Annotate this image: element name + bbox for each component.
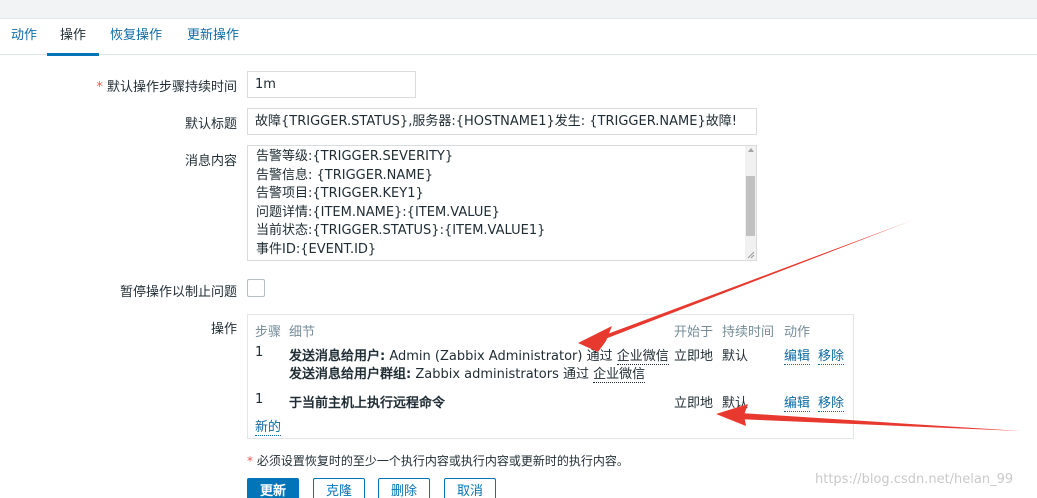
message-line: 告警信息: {TRIGGER.NAME} bbox=[256, 167, 433, 183]
message-line: 告警等级:{TRIGGER.SEVERITY} bbox=[256, 149, 454, 164]
row2-details: 于当前主机上执行远程命令 bbox=[289, 396, 446, 411]
tab-recovery-operations[interactable]: 恢复操作 bbox=[110, 19, 162, 55]
message-line: 当前状态:{TRIGGER.STATUS}:{ITEM.VALUE1} bbox=[256, 223, 546, 239]
message-textarea[interactable]: 告警等级:{TRIGGER.SEVERITY} 告警信息: {TRIGGER.N… bbox=[247, 145, 757, 261]
message-line: 事件ID:{EVENT.ID} bbox=[256, 241, 377, 257]
message-label: 消息内容 bbox=[184, 154, 237, 169]
clone-button[interactable]: 克隆 bbox=[313, 478, 366, 498]
new-operation-link[interactable]: 新的 bbox=[255, 416, 282, 436]
row1-user-text: Admin (Zabbix Administrator) 通过 bbox=[385, 349, 617, 364]
required-hint: * 必须设置恢复时的至少一个执行内容或执行内容或更新时的执行内容。 bbox=[247, 452, 629, 469]
message-line: 问题详情:{ITEM.NAME}:{ITEM.VALUE} bbox=[256, 204, 500, 220]
row1-group-media: 企业微信 bbox=[593, 367, 646, 383]
pause-checkbox[interactable] bbox=[247, 279, 265, 297]
scrollbar[interactable] bbox=[745, 146, 756, 260]
watermark: https://blog.csdn.net/helan_99 bbox=[815, 472, 1014, 487]
header-details: 细节 bbox=[289, 325, 316, 340]
subject-label: 默认标题 bbox=[184, 117, 237, 132]
subject-input[interactable]: 故障{TRIGGER.STATUS},服务器:{HOSTNAME1}发生: {T… bbox=[247, 108, 757, 135]
hint-text: 必须设置恢复时的至少一个执行内容或执行内容或更新时的执行内容。 bbox=[253, 454, 629, 468]
operations-table: 步骤 细节 开始于 持续时间 动作 1 发送消息给用户: Admin (Zabb… bbox=[247, 314, 854, 439]
row1-step: 1 bbox=[255, 345, 264, 360]
scrollbar-thumb[interactable] bbox=[746, 176, 755, 236]
tab-operations[interactable]: 操作 bbox=[46, 19, 100, 56]
row1-duration: 默认 bbox=[722, 349, 749, 364]
tab-update-operations[interactable]: 更新操作 bbox=[187, 19, 239, 55]
row1-remove-link[interactable]: 移除 bbox=[818, 345, 845, 365]
row1-start-in: 立即地 bbox=[674, 349, 714, 364]
delete-button[interactable]: 删除 bbox=[378, 478, 431, 498]
header-action: 动作 bbox=[784, 325, 811, 340]
message-lines: 告警等级:{TRIGGER.SEVERITY} 告警信息: {TRIGGER.N… bbox=[256, 148, 742, 260]
row2-remove-link[interactable]: 移除 bbox=[818, 392, 845, 412]
row1-details-line2: 发送消息给用户群组: Zabbix administrators 通过 企业微信 bbox=[289, 363, 646, 383]
row2-step: 1 bbox=[255, 392, 264, 407]
row1-group-label: 发送消息给用户群组: bbox=[289, 367, 412, 382]
row1-edit-link[interactable]: 编辑 bbox=[784, 345, 811, 365]
row2-start-in: 立即地 bbox=[674, 396, 714, 411]
top-bar bbox=[0, 0, 1037, 19]
tab-action[interactable]: 动作 bbox=[11, 19, 37, 55]
operations-label: 操作 bbox=[210, 322, 237, 337]
header-steps: 步骤 bbox=[255, 325, 282, 340]
row2-edit-link[interactable]: 编辑 bbox=[784, 392, 811, 412]
row1-user-label: 发送消息给用户: bbox=[289, 349, 386, 364]
tab-bar: 动作 操作 恢复操作 更新操作 bbox=[0, 19, 1037, 56]
header-duration: 持续时间 bbox=[722, 325, 775, 340]
step-duration-label: * 默认操作步骤持续时间 bbox=[96, 76, 237, 95]
row2-duration: 默认 bbox=[722, 396, 749, 411]
resize-grip-icon[interactable] bbox=[747, 251, 755, 259]
update-button[interactable]: 更新 bbox=[247, 478, 300, 498]
header-start-in: 开始于 bbox=[674, 325, 714, 340]
required-mark: * bbox=[96, 80, 103, 95]
row1-details-line1: 发送消息给用户: Admin (Zabbix Administrator) 通过… bbox=[289, 345, 669, 365]
pause-label: 暂停操作以制止问题 bbox=[119, 285, 237, 300]
message-line: 告警项目:{TRIGGER.KEY1} bbox=[256, 186, 424, 202]
step-duration-label-text: 默认操作步骤持续时间 bbox=[106, 80, 237, 95]
row1-group-text: Zabbix administrators 通过 bbox=[411, 367, 594, 382]
scroll-up-icon[interactable] bbox=[748, 148, 754, 152]
cancel-button[interactable]: 取消 bbox=[444, 478, 497, 498]
step-duration-input[interactable]: 1m bbox=[247, 71, 416, 98]
